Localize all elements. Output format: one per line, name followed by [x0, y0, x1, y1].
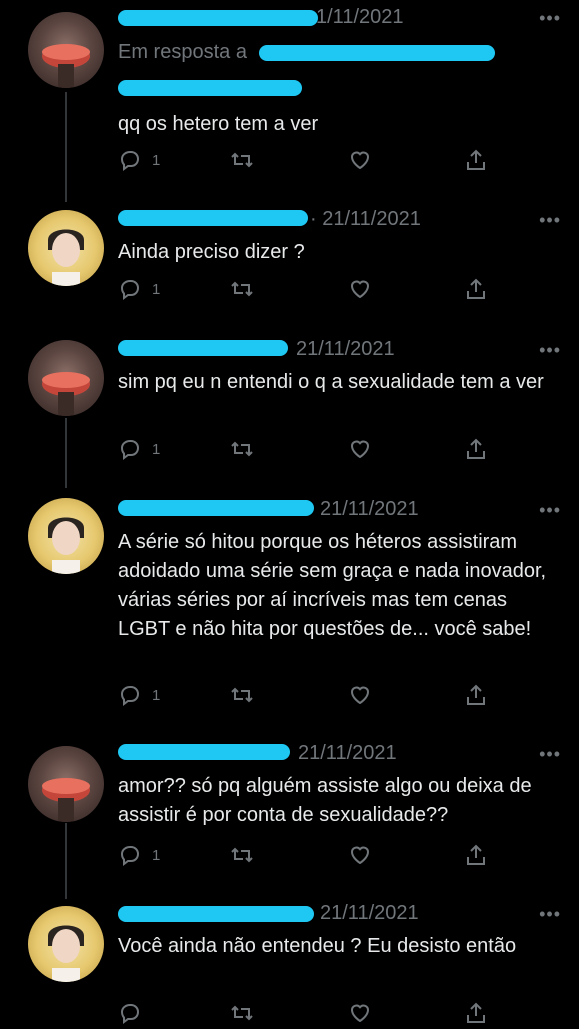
tweet[interactable]: 21/11/2021 ••• Você ainda não entendeu ?… [0, 898, 579, 1029]
like-button[interactable] [348, 147, 372, 173]
reply-count: 1 [152, 151, 161, 169]
retweet-icon [231, 281, 253, 297]
more-options-icon[interactable]: ••• [539, 210, 561, 231]
share-button[interactable] [464, 682, 488, 708]
tweet-actions: 1 [118, 276, 498, 302]
share-button[interactable] [464, 147, 488, 173]
share-icon [467, 844, 485, 865]
share-button[interactable] [464, 842, 488, 868]
redacted-username [118, 499, 314, 516]
reply-count: 1 [152, 280, 161, 298]
tweet[interactable]: 1/11/2021 ••• Em resposta a qq os hetero… [0, 0, 579, 200]
redacted-username [118, 905, 314, 922]
tweet[interactable]: 21/11/2021 ••• amor?? só pq alguém assis… [0, 738, 579, 898]
reply-button[interactable]: 1 [118, 682, 160, 708]
like-button[interactable] [348, 682, 372, 708]
share-button[interactable] [464, 276, 488, 302]
tweet-text: A série só hitou porque os héteros assis… [118, 531, 547, 640]
share-icon [467, 1002, 485, 1023]
retweet-button[interactable] [230, 682, 254, 708]
retweet-button[interactable] [230, 147, 254, 173]
retweet-button[interactable] [230, 276, 254, 302]
reply-icon [120, 280, 140, 300]
avatar[interactable] [28, 906, 104, 982]
share-icon [467, 684, 485, 705]
redacted-mention-continued [118, 80, 302, 96]
like-button[interactable] [348, 1000, 372, 1026]
avatar[interactable] [28, 12, 104, 88]
like-button[interactable] [348, 436, 372, 462]
avatar[interactable] [28, 340, 104, 416]
tweet-date: 21/11/2021 [298, 742, 397, 764]
share-icon [467, 278, 485, 299]
reply-icon [120, 440, 140, 460]
retweet-icon [231, 687, 253, 703]
tweet-actions: 1 [118, 842, 498, 868]
more-options-icon[interactable]: ••• [539, 500, 561, 521]
share-icon [467, 438, 485, 459]
tweet-date: 1/11/2021 [316, 6, 404, 28]
redacted-mention [258, 44, 495, 61]
heart-icon [350, 846, 370, 865]
redacted-username [118, 9, 318, 26]
like-button[interactable] [348, 276, 372, 302]
heart-icon [350, 686, 370, 705]
more-options-icon[interactable]: ••• [539, 8, 561, 29]
retweet-button[interactable] [230, 1000, 254, 1026]
heart-icon [350, 440, 370, 459]
more-options-icon[interactable]: ••• [539, 904, 561, 925]
share-icon [467, 149, 485, 170]
share-button[interactable] [464, 1000, 488, 1026]
avatar[interactable] [28, 498, 104, 574]
heart-icon [350, 151, 370, 170]
tweet-text: Você ainda não entendeu ? Eu desisto ent… [118, 935, 517, 957]
reply-icon [120, 1004, 140, 1024]
reply-to-line: Em resposta a [118, 41, 495, 64]
more-options-icon[interactable]: ••• [539, 744, 561, 765]
tweet[interactable]: · 21/11/2021 ••• Ainda preciso dizer ? 1 [0, 200, 579, 330]
redacted-username [118, 743, 290, 760]
reply-button[interactable]: 1 [118, 276, 160, 302]
reply-icon [120, 846, 140, 866]
tweet-text: amor?? só pq alguém assiste algo ou deix… [118, 775, 532, 826]
avatar[interactable] [28, 210, 104, 286]
tweet-date: 21/11/2021 [320, 498, 419, 520]
tweet-actions: 1 [118, 147, 498, 173]
avatar[interactable] [28, 746, 104, 822]
redacted-username [118, 209, 308, 226]
retweet-button[interactable] [230, 436, 254, 462]
reply-button[interactable]: 1 [118, 147, 160, 173]
tweet-text: qq os hetero tem a ver [118, 113, 319, 135]
heart-icon [350, 280, 370, 299]
like-button[interactable] [348, 842, 372, 868]
tweet-actions [118, 1000, 498, 1026]
tweet-actions: 1 [118, 682, 498, 708]
tweet-date: · 21/11/2021 [310, 208, 421, 230]
tweet-actions: 1 [118, 436, 498, 462]
heart-icon [350, 1004, 370, 1023]
reply-button[interactable]: 1 [118, 436, 160, 462]
tweet[interactable]: 21/11/2021 ••• A série só hitou porque o… [0, 488, 579, 738]
retweet-icon [231, 152, 253, 168]
reply-count: 1 [152, 846, 161, 864]
tweet-date: 21/11/2021 [296, 338, 395, 360]
tweet-date: 21/11/2021 [320, 902, 419, 924]
reply-button[interactable]: 1 [118, 842, 160, 868]
retweet-button[interactable] [230, 842, 254, 868]
reply-button[interactable] [118, 1000, 152, 1026]
reply-icon [120, 151, 140, 171]
reply-icon [120, 686, 140, 706]
redacted-username [118, 339, 288, 356]
tweet[interactable]: 21/11/2021 ••• sim pq eu n entendi o q a… [0, 330, 579, 480]
tweet-text: Ainda preciso dizer ? [118, 241, 305, 263]
retweet-icon [231, 1005, 253, 1021]
retweet-icon [231, 441, 253, 457]
more-options-icon[interactable]: ••• [539, 340, 561, 361]
reply-count: 1 [152, 440, 161, 458]
retweet-icon [231, 847, 253, 863]
share-button[interactable] [464, 436, 488, 462]
tweet-text: sim pq eu n entendi o q a sexualidade te… [118, 371, 544, 393]
reply-count: 1 [152, 686, 161, 704]
reply-to-label: Em resposta a [118, 41, 247, 63]
